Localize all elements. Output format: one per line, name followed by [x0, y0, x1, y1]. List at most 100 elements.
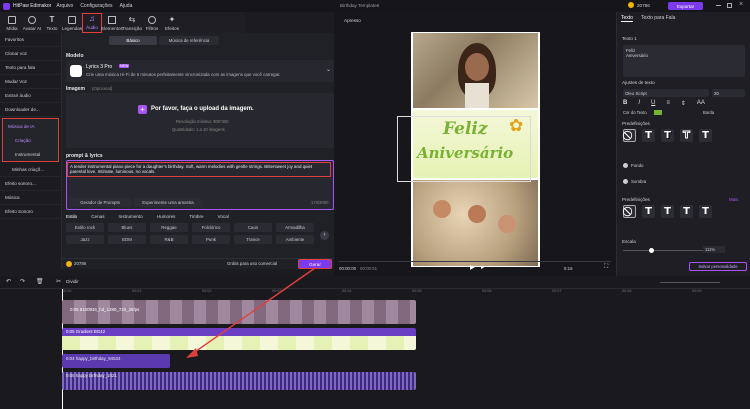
preset-style[interactable]: T: [699, 129, 712, 142]
tab-texto[interactable]: T Texto: [42, 13, 62, 33]
image-upload-area[interactable]: + Por favor, faça o upload da imagem. Re…: [66, 93, 334, 148]
text-color-swatch[interactable]: [654, 110, 662, 115]
timeline-clip[interactable]: 0:04 happy_birthday_94534: [62, 354, 170, 368]
timeline-clip[interactable]: 0:05 happy birthday_1021: [62, 372, 416, 390]
style-chip[interactable]: Reggae: [150, 223, 188, 232]
sidebar-item-instrumental[interactable]: Instrumental: [3, 147, 58, 161]
no-style-icon[interactable]: ⃠: [623, 205, 636, 218]
tab-midia[interactable]: Mídia: [2, 13, 22, 33]
scale-slider[interactable]: [623, 250, 703, 251]
prompt-input[interactable]: A tender instrumental piano piece for a …: [67, 162, 331, 177]
more-link[interactable]: Mais: [729, 197, 738, 202]
font-size-select[interactable]: 30: [712, 89, 745, 97]
text-selection-box[interactable]: [397, 116, 531, 182]
tab-basico[interactable]: Básico: [109, 36, 157, 45]
style-chip[interactable]: Blues: [108, 223, 146, 232]
tab-efeitos[interactable]: ✦ Efeitos: [162, 13, 182, 33]
delete-icon[interactable]: 🗑: [36, 278, 44, 285]
tab-avatar-ai[interactable]: Avatar AI: [22, 13, 42, 33]
style-chip[interactable]: Estilo rock: [66, 223, 104, 232]
next-frame-icon[interactable]: ▸: [481, 264, 484, 271]
play-icon[interactable]: ▶: [470, 264, 475, 271]
preset-style[interactable]: T: [642, 129, 655, 142]
tab-texto-para-fala[interactable]: Texto para Fala: [641, 15, 675, 22]
preview-progress-bar[interactable]: [339, 261, 611, 262]
preset-style[interactable]: T: [642, 205, 655, 218]
tab-audio[interactable]: ♫ Áudio: [82, 13, 102, 33]
style-chip[interactable]: Jazz: [66, 235, 104, 244]
preset-style[interactable]: T: [661, 205, 674, 218]
style-chip[interactable]: Caos: [234, 223, 272, 232]
minimize-icon[interactable]: [716, 5, 721, 6]
style-tab-estilo[interactable]: Estilo: [66, 214, 77, 219]
split-label[interactable]: Dividir: [66, 279, 79, 284]
tab-filtros[interactable]: Filtros: [142, 13, 162, 33]
style-chip[interactable]: R&B: [150, 235, 188, 244]
preset-style[interactable]: T: [699, 205, 712, 218]
style-chip[interactable]: Folclórico: [192, 223, 230, 232]
close-icon[interactable]: ×: [739, 1, 743, 8]
align-icon[interactable]: ≡: [666, 100, 670, 107]
style-chip[interactable]: Punk: [192, 235, 230, 244]
shadow-toggle-icon[interactable]: [623, 179, 628, 184]
style-chip[interactable]: Trance: [234, 235, 272, 244]
speed-value[interactable]: 5:16: [564, 266, 573, 271]
preset-style[interactable]: T: [680, 205, 693, 218]
sidebar-item-musica-ia[interactable]: Música de IA: [3, 119, 58, 133]
preset-style[interactable]: T: [661, 129, 674, 142]
image-optional: (Opcional): [92, 86, 113, 91]
next-styles-icon[interactable]: ›: [320, 231, 329, 240]
style-chip[interactable]: Armadilha: [276, 223, 314, 232]
sidebar-item-musica[interactable]: Música: [0, 191, 61, 205]
scale-value[interactable]: 111%: [703, 246, 725, 253]
italic-icon[interactable]: I: [638, 100, 640, 107]
split-icon[interactable]: ✂: [56, 278, 61, 285]
model-selector[interactable]: Lyrics 3 Pro NEW Crie uma música Hi-Fi d…: [66, 60, 334, 82]
style-tab-timbre[interactable]: Timbre: [189, 214, 203, 219]
scale-slider-handle[interactable]: [649, 248, 654, 253]
menu-ajuda[interactable]: Ajuda: [120, 3, 133, 9]
fill-toggle-icon[interactable]: [623, 163, 628, 168]
sidebar-item-minhas-criacoes[interactable]: Minhas criaçõ...: [0, 163, 61, 177]
redo-icon[interactable]: ↷: [20, 278, 25, 285]
style-chip[interactable]: Ambiente: [276, 235, 314, 244]
text-input[interactable]: Feliz Aniversário: [623, 45, 745, 77]
prompt-generator-button[interactable]: Gerador de Prompts: [69, 198, 131, 207]
save-preset-button[interactable]: Salvar personalidade: [689, 262, 747, 271]
spacing-icon[interactable]: ⇕: [681, 100, 686, 107]
style-tab-instrumento[interactable]: Instrumento: [119, 214, 143, 219]
sidebar-item-efeito-sonoro[interactable]: Efeito sonoro...: [0, 177, 61, 191]
style-tab-humores[interactable]: Humores: [157, 214, 176, 219]
sidebar-item-criacao[interactable]: Criação: [3, 133, 58, 147]
sidebar-item-texto-fala[interactable]: Texto para fala: [0, 61, 61, 75]
tab-musica-referencia[interactable]: Música de referência: [159, 36, 219, 45]
try-sample-button[interactable]: Experimente uma amostra: [134, 198, 202, 207]
preview-label: Apresso: [344, 18, 361, 23]
tab-texto-props[interactable]: Texto: [621, 15, 633, 22]
bold-icon[interactable]: B: [623, 100, 627, 107]
menu-arquivo[interactable]: Arquivo: [56, 3, 73, 9]
case-icon[interactable]: AA: [697, 100, 705, 107]
tab-transicao[interactable]: ⇆ Transição: [122, 13, 142, 33]
sidebar-item-downloader[interactable]: Downloader de...: [0, 103, 61, 117]
tab-legendas[interactable]: Legendas: [62, 13, 82, 33]
preset-style[interactable]: T: [680, 129, 693, 142]
zoom-slider[interactable]: [660, 282, 720, 283]
sidebar-item-extrair-audio[interactable]: Extrair áudio: [0, 89, 61, 103]
style-tab-cenas[interactable]: Cenas: [91, 214, 104, 219]
sidebar-item-clonar-voz[interactable]: Clonar voz: [0, 47, 61, 61]
maximize-icon[interactable]: [727, 3, 732, 8]
underline-icon[interactable]: U: [651, 100, 655, 107]
menu-configuracoes[interactable]: Configurações: [80, 3, 112, 9]
sidebar-item-efeito-sonoro-2[interactable]: Efeito Sonoro: [0, 205, 61, 219]
tab-elementos[interactable]: Elementos: [101, 13, 123, 33]
sidebar-item-mudar-voz[interactable]: Mudar Voz: [0, 75, 61, 89]
no-style-icon[interactable]: ⃠: [623, 129, 636, 142]
sidebar-item-favoritos[interactable]: Favoritos: [0, 33, 61, 47]
font-select[interactable]: Oleo Script: [623, 89, 709, 97]
fullscreen-icon[interactable]: ⛶: [604, 264, 608, 271]
undo-icon[interactable]: ↶: [6, 278, 11, 285]
style-tab-vocal[interactable]: Vocal: [218, 214, 229, 219]
style-chip[interactable]: EDM: [108, 235, 146, 244]
export-button[interactable]: Exportar: [668, 2, 703, 10]
